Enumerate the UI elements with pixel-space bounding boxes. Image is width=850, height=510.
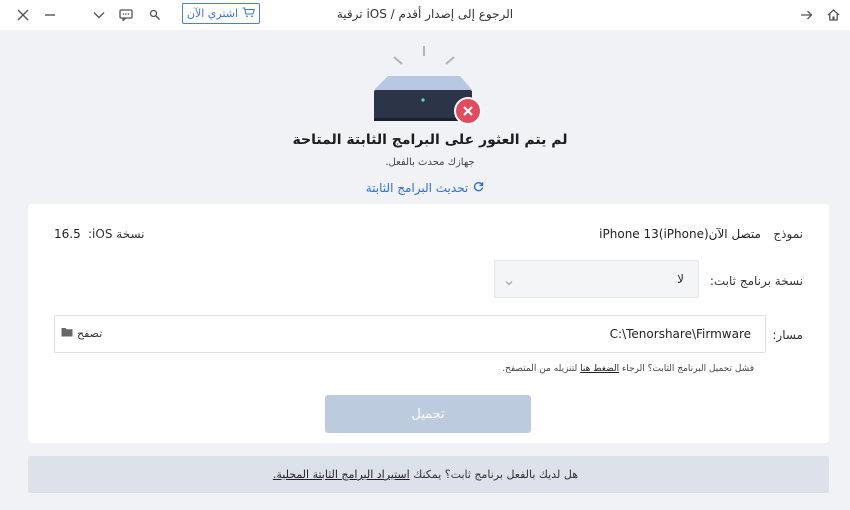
status-subtitle: جهازك محدث بالفعل. bbox=[385, 157, 475, 168]
hint-suffix: لتنزيله من المتصفح. bbox=[502, 364, 578, 374]
chevron-down-icon[interactable] bbox=[90, 6, 108, 24]
folder-icon bbox=[61, 327, 73, 340]
minimize-icon[interactable] bbox=[41, 6, 59, 24]
error-icon bbox=[453, 96, 483, 126]
browse-button[interactable]: تصفح bbox=[61, 327, 102, 340]
refresh-firmware-label: تحديث البرامج الثابتة bbox=[365, 181, 469, 195]
firmware-path-field[interactable]: C:\Tenorshare\Firmware تصفح bbox=[54, 315, 766, 353]
download-button[interactable]: تحميل bbox=[325, 395, 531, 433]
ios-version-label: نسخة iOS: bbox=[88, 227, 145, 241]
footer-prefix: هل لديك بالفعل برنامج ثابت؟ يمكنك bbox=[413, 468, 578, 481]
buy-now-label: اشتري الآن bbox=[186, 7, 239, 20]
download-label: تحميل bbox=[411, 406, 445, 422]
model-label: نموذج bbox=[773, 227, 803, 241]
footer-text: هل لديك بالفعل برنامج ثابت؟ يمكنك استيرا… bbox=[28, 468, 578, 481]
browse-label: تصفح bbox=[77, 327, 103, 340]
path-label: مسار: bbox=[772, 328, 803, 342]
import-footer: هل لديك بالفعل برنامج ثابت؟ يمكنك استيرا… bbox=[28, 456, 829, 493]
firmware-panel: نموذج iPhone 13(iPhone)متصل الآن نسخة iO… bbox=[28, 204, 829, 443]
firmware-version-value: لا bbox=[677, 272, 684, 286]
buy-now-button[interactable]: اشتري الآن bbox=[182, 3, 260, 24]
refresh-icon bbox=[473, 181, 484, 195]
model-value: iPhone 13(iPhone)متصل الآن bbox=[599, 227, 761, 241]
window-title: ترقية iOS / الرجوع إلى إصدار أقدم bbox=[336, 7, 514, 21]
firmware-version-select[interactable]: لا bbox=[494, 260, 699, 298]
firmware-path-value: C:\Tenorshare\Firmware bbox=[609, 327, 751, 341]
title-bar: اشتري الآن ترقية iOS / الرجوع إلى إصدار … bbox=[0, 0, 850, 30]
cart-icon bbox=[242, 6, 256, 21]
search-icon[interactable] bbox=[146, 6, 164, 24]
refresh-firmware-link[interactable]: تحديث البرامج الثابتة bbox=[340, 180, 510, 196]
status-title: لم يتم العثور على البرامج الثابتة المتاح… bbox=[292, 132, 568, 148]
import-local-firmware-link[interactable]: استيراد البرامج الثابتة المحلية. bbox=[273, 468, 410, 481]
chevron-down-icon bbox=[504, 273, 514, 292]
ios-version-value: 16.5 bbox=[54, 227, 81, 241]
hint-prefix: فشل تحميل البرنامج الثابت؟ الرجاء bbox=[621, 364, 754, 374]
home-icon[interactable] bbox=[824, 6, 842, 24]
close-icon[interactable] bbox=[14, 6, 32, 24]
feedback-icon[interactable] bbox=[117, 6, 135, 24]
firmware-version-label: نسخة برنامج ثابت: bbox=[709, 274, 803, 288]
click-here-link[interactable]: الضغط هنا bbox=[580, 364, 619, 374]
arrow-right-icon[interactable] bbox=[797, 6, 815, 24]
download-hint: فشل تحميل البرنامج الثابت؟ الرجاء الضغط … bbox=[54, 364, 754, 374]
